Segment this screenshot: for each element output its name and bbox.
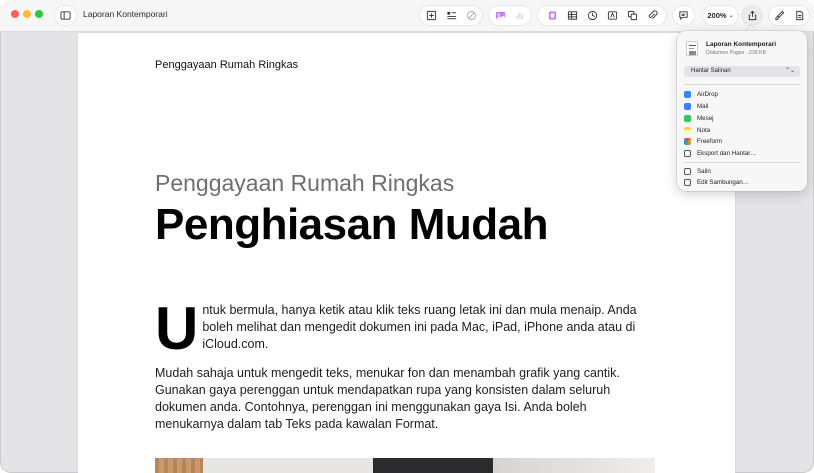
zoom-level: 200% <box>707 11 727 20</box>
format-brush-icon[interactable] <box>774 10 785 21</box>
airdrop-icon <box>684 90 691 98</box>
share-item-edit-extensions[interactable]: Edit Sambungan… <box>684 177 800 187</box>
body-paragraph-2[interactable]: Mudah sahaja untuk mengedit teks, menuka… <box>155 365 655 433</box>
document-icon[interactable] <box>794 10 805 21</box>
document-title: Laporan Kontemporari <box>83 9 168 19</box>
media-group <box>489 6 531 25</box>
document-page[interactable]: Penggayaan Rumah Ringkas Penggayaan Ruma… <box>78 33 735 473</box>
export-icon <box>684 149 691 157</box>
image-mid-region <box>493 458 655 473</box>
insert-group <box>420 6 482 25</box>
object-group <box>538 6 666 25</box>
share-item-copy-link[interactable]: Salin <box>684 166 800 176</box>
messages-icon <box>684 114 691 122</box>
share-item-notes[interactable]: Nota <box>684 125 800 135</box>
notes-icon <box>684 126 691 134</box>
file-name: Laporan Kontemporari <box>706 41 777 48</box>
updown-chevron-icon: ⌃⌄ <box>784 68 795 74</box>
drop-cap: U <box>155 295 199 362</box>
image-light-region <box>203 458 373 473</box>
inspector-group <box>769 6 809 25</box>
comment-icon <box>679 11 688 21</box>
freeform-icon <box>684 137 691 145</box>
textbox-icon[interactable] <box>607 10 618 21</box>
divider <box>684 84 800 85</box>
table-icon[interactable] <box>567 10 578 21</box>
sidebar-toggle-button[interactable] <box>55 6 76 25</box>
comment-button[interactable] <box>673 6 694 25</box>
chart-icon[interactable] <box>514 10 525 21</box>
close-window-button[interactable] <box>11 10 19 18</box>
text-box-icon[interactable] <box>547 10 558 21</box>
file-thumbnail <box>686 41 698 56</box>
send-copy-select[interactable]: Hantar Salinan ⌃⌄ <box>684 66 800 77</box>
shapes-icon[interactable] <box>466 10 477 21</box>
attach-icon[interactable] <box>647 10 658 21</box>
share-item-freeform[interactable]: Freeform <box>684 136 800 146</box>
share-popover: Laporan Kontemporari Dokumen Pages · 238… <box>677 31 807 191</box>
minimize-window-button[interactable] <box>23 10 31 18</box>
mail-icon <box>684 102 691 110</box>
body-paragraph-1[interactable]: Untuk bermula, hanya ketik atau klik tek… <box>155 295 655 362</box>
copy-link-icon <box>684 167 691 175</box>
share-item-messages[interactable]: Mesej <box>684 113 800 123</box>
document-title-heading[interactable]: Penghiasan Mudah <box>155 200 548 250</box>
clock-icon[interactable] <box>587 10 598 21</box>
copy-icon[interactable] <box>627 10 638 21</box>
share-button[interactable] <box>742 6 762 25</box>
document-image[interactable] <box>155 458 655 473</box>
page-header[interactable]: Penggayaan Rumah Ringkas <box>155 59 298 71</box>
file-meta: Dokumen Pages · 238 KB <box>706 50 766 56</box>
share-item-mail[interactable]: Mail <box>684 101 800 111</box>
table-of-contents-icon[interactable] <box>446 10 457 21</box>
pages-window: Laporan Kontemporari 200% ⌄ Penggayaan R… <box>0 0 814 473</box>
send-copy-value: Hantar Salinan <box>691 68 731 74</box>
sidebar-icon <box>60 11 71 20</box>
edit-extensions-icon <box>684 178 691 186</box>
share-item-airdrop[interactable]: AirDrop <box>684 89 800 99</box>
image-dark-region <box>373 458 493 473</box>
paragraph-1-text: ntuk bermula, hanya ketik atau klik teks… <box>202 303 637 351</box>
zoom-dropdown[interactable]: 200% ⌄ <box>703 6 738 25</box>
divider <box>684 162 800 163</box>
image-wood-region <box>155 458 203 473</box>
zoom-window-button[interactable] <box>35 10 43 18</box>
share-icon <box>748 10 756 21</box>
share-item-export[interactable]: Eksport dan Hantar… <box>684 148 800 158</box>
chevron-down-icon: ⌄ <box>728 13 734 19</box>
toolbar: Laporan Kontemporari 200% ⌄ <box>0 0 814 32</box>
insert-icon[interactable] <box>426 10 437 21</box>
document-subtitle[interactable]: Penggayaan Rumah Ringkas <box>155 170 454 197</box>
media-icon[interactable] <box>495 10 506 21</box>
